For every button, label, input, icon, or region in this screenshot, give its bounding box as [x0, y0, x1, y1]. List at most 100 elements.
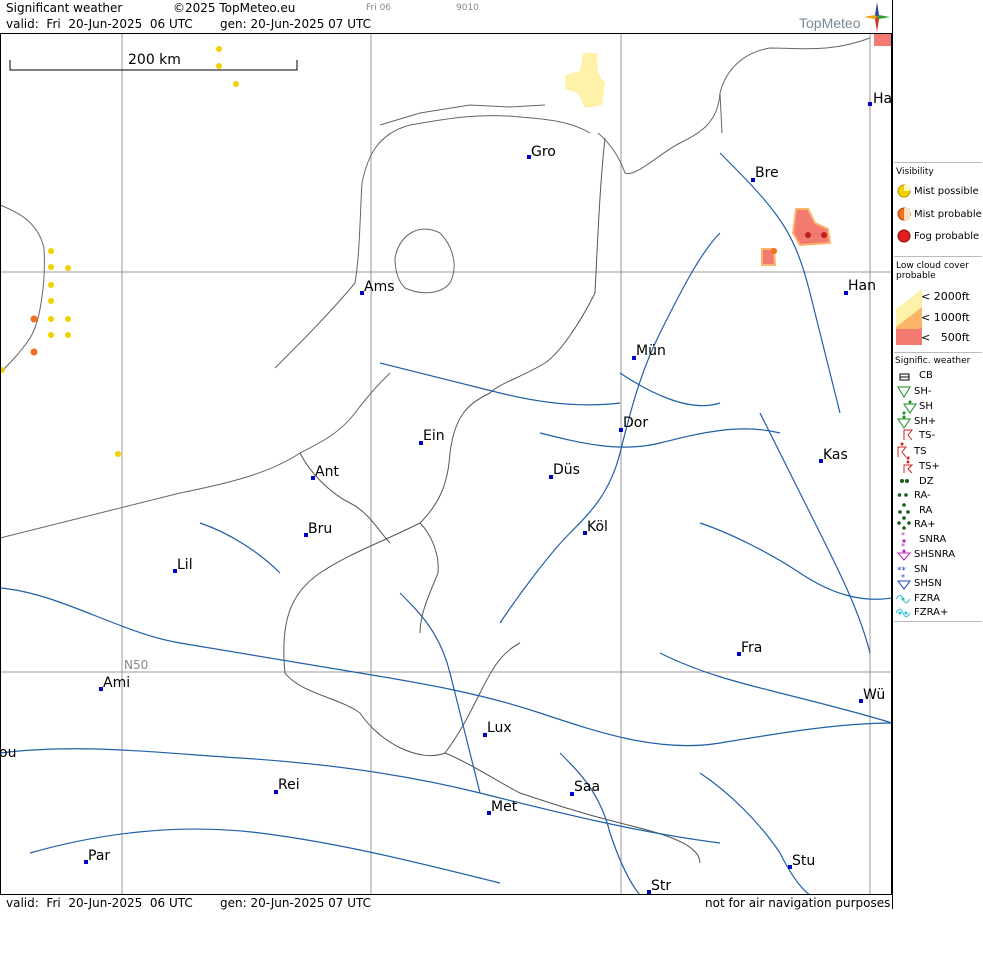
- city-label: Lil: [177, 557, 193, 573]
- city-label: Köl: [587, 519, 608, 535]
- sigwx-item-label: SH+: [914, 416, 937, 427]
- city-marker[interactable]: Lil: [173, 557, 193, 573]
- rivers: [0, 152, 892, 895]
- city-label: Fra: [741, 640, 762, 656]
- low-cloud-hamburg: [874, 33, 892, 46]
- lowcloud-title: Low cloud cover probable: [896, 261, 969, 281]
- sigwx-title: Signific. weather: [895, 356, 971, 366]
- city-marker[interactable]: Fra: [737, 640, 762, 656]
- city-label: Ant: [315, 464, 339, 480]
- city-marker[interactable]: ou: [0, 745, 16, 761]
- city-label: Met: [491, 799, 518, 815]
- snow-shower-icon: *: [897, 574, 911, 590]
- city-label: Dor: [623, 415, 648, 431]
- sigwx-item-label: RA+: [914, 519, 936, 530]
- city-label: Lux: [487, 720, 512, 736]
- sigwx-item-label: SH: [919, 401, 933, 412]
- city-marker[interactable]: Mün: [632, 343, 666, 360]
- city-label: Ha: [873, 91, 892, 107]
- city-marker[interactable]: Ha: [868, 91, 892, 107]
- city-label: Düs: [553, 462, 580, 478]
- sigwx-item-label: SHSNRA: [914, 549, 956, 560]
- city-marker[interactable]: Wü: [859, 687, 885, 703]
- city-label: Ami: [103, 675, 130, 691]
- mist-probable-icon: [897, 207, 911, 221]
- rain-icon: [898, 503, 910, 514]
- city-label: Par: [88, 848, 110, 864]
- visibility-item-label: Fog probable: [914, 231, 980, 242]
- lowcloud-swatch: [896, 289, 922, 345]
- weather-map[interactable]: N50 200 km Gro Bre Ha Ams Han Mün Dor Ei…: [0, 33, 892, 895]
- product-code: 9010: [456, 3, 479, 13]
- city-label: Wü: [863, 687, 885, 703]
- svg-text:**: **: [897, 566, 907, 574]
- product-title: Significant weather: [6, 1, 123, 15]
- city-label: Saa: [574, 779, 600, 795]
- city-layer: Gro Bre Ha Ams Han Mün Dor Ein Ant Düs K…: [0, 91, 892, 894]
- scale-label: 200 km: [128, 52, 181, 68]
- city-label: Ams: [364, 279, 395, 295]
- city-marker[interactable]: Ami: [99, 675, 130, 691]
- city-marker[interactable]: Ams: [360, 279, 395, 295]
- low-cloud-areas: [565, 33, 892, 266]
- freezing-rain-icon: [895, 594, 911, 604]
- ijsselmeer: [394, 228, 455, 294]
- city-marker[interactable]: Str: [647, 878, 671, 894]
- borders: [283, 137, 701, 864]
- city-label: Mün: [636, 343, 666, 359]
- visibility-item-label: Mist possible: [914, 186, 979, 197]
- fog-probable-icon: [897, 229, 911, 243]
- header-gen: gen: 20-Jun-2025 07 UTC: [220, 17, 372, 31]
- sigwx-item-label: TS: [914, 446, 927, 457]
- lowcloud-item-label: < 2000ft: [921, 290, 970, 303]
- latitude-label: N50: [124, 658, 148, 672]
- graticule: [0, 33, 892, 895]
- sigwx-item-label: TS-: [919, 430, 936, 441]
- city-label: Kas: [823, 447, 848, 463]
- city-marker[interactable]: Saa: [570, 779, 600, 796]
- city-label: Stu: [792, 853, 815, 869]
- city-marker[interactable]: Met: [487, 799, 518, 815]
- city-marker[interactable]: Han: [844, 278, 876, 295]
- shower-light-icon: [897, 386, 911, 398]
- city-marker[interactable]: Kas: [819, 447, 848, 463]
- compass-logo-icon: [864, 2, 890, 32]
- low-cloud-frisian: [565, 53, 605, 108]
- map-frame: [0, 33, 892, 895]
- coastlines: [0, 37, 871, 539]
- visibility-item-label: Mist probable: [914, 209, 982, 220]
- city-marker[interactable]: Ant: [311, 464, 339, 480]
- city-marker[interactable]: Rei: [274, 777, 300, 794]
- city-marker[interactable]: Bre: [751, 165, 779, 182]
- sigwx-item-label: SNRA: [919, 534, 947, 545]
- city-label: Gro: [531, 144, 556, 160]
- lowcloud-item-label: < 1000ft: [921, 311, 970, 324]
- city-marker[interactable]: Par: [84, 848, 110, 864]
- time-slot: Fri 06: [366, 3, 392, 13]
- brand-logo-text: TopMeteo: [799, 15, 861, 31]
- low-cloud-weser: [791, 208, 832, 247]
- city-label: Han: [848, 278, 876, 294]
- rain-heavy-icon: [897, 516, 911, 530]
- lowcloud-item-label: < 500ft: [921, 331, 970, 344]
- sigwx-item-label: FZRA: [914, 593, 940, 604]
- copyright: ©2025 TopMeteo.eu: [173, 1, 296, 15]
- city-label: Bru: [308, 521, 332, 537]
- city-marker[interactable]: Köl: [583, 519, 608, 535]
- city-marker[interactable]: Düs: [549, 462, 580, 479]
- header-row-2: valid: Fri 20-Jun-2025 06 UTC gen: 20-Ju…: [0, 16, 892, 32]
- sigwx-item-label: SH-: [914, 386, 932, 397]
- header-valid: valid: Fri 20-Jun-2025 06 UTC: [6, 17, 193, 31]
- freezing-rain-heavy-icon: [895, 608, 911, 618]
- city-marker[interactable]: Stu: [788, 853, 815, 869]
- svg-text:*: *: [901, 532, 905, 540]
- sigwx-item-label: TS+: [919, 461, 940, 472]
- city-marker[interactable]: Dor: [619, 415, 648, 432]
- sigwx-item-label: FZRA+: [914, 607, 949, 618]
- city-marker[interactable]: Lux: [483, 720, 512, 737]
- city-marker[interactable]: Gro: [527, 144, 556, 160]
- city-marker[interactable]: Bru: [304, 521, 332, 537]
- header-row-1: Significant weather ©2025 TopMeteo.eu Fr…: [0, 0, 892, 16]
- city-marker[interactable]: Ein: [419, 428, 445, 445]
- sigwx-item-label: DZ: [919, 476, 934, 487]
